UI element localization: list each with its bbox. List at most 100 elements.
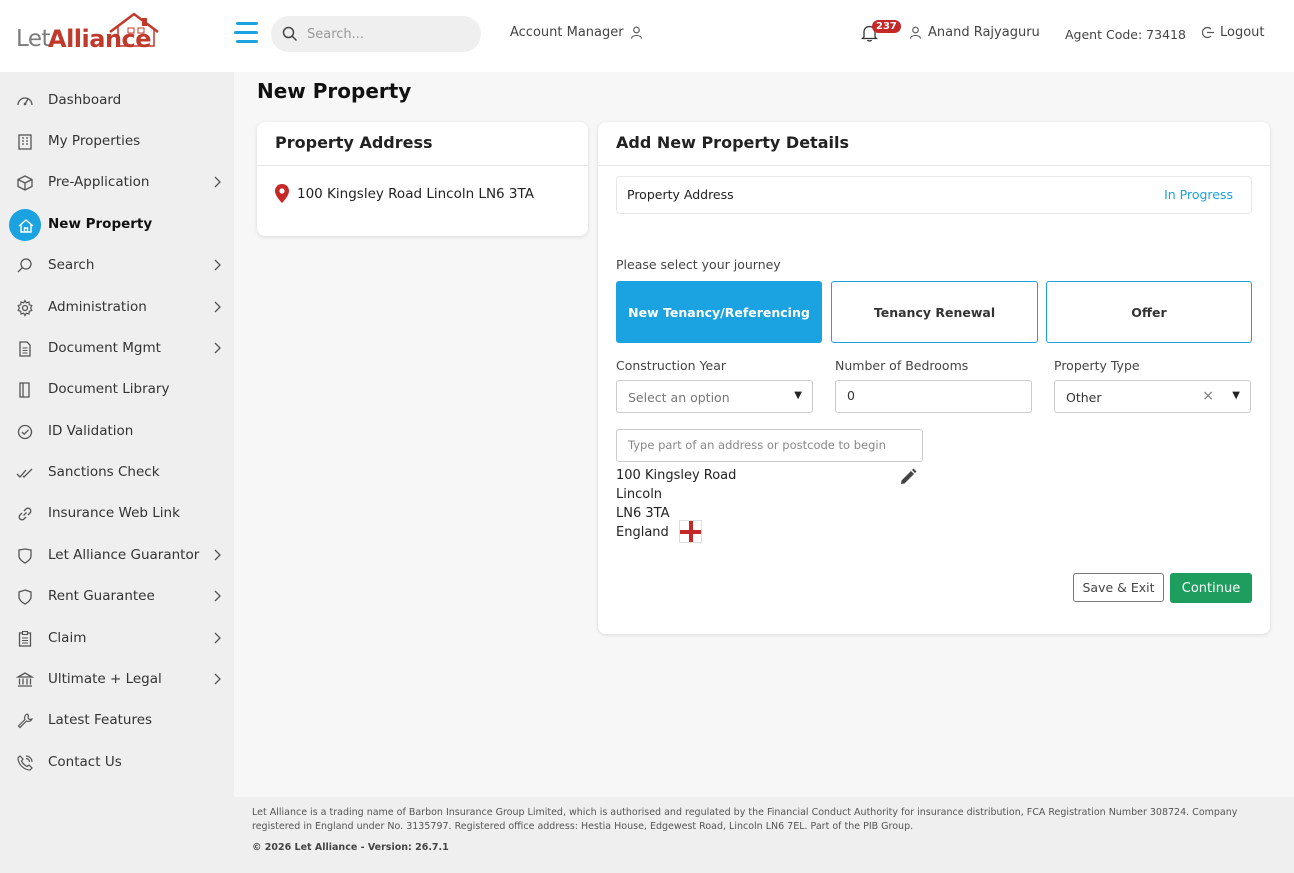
sidebar-item-label: Insurance Web Link (48, 505, 180, 521)
address-search-box (616, 429, 923, 462)
search-icon (282, 26, 298, 42)
address-text: 100 Kingsley Road Lincoln LN6 3TA (297, 185, 534, 202)
home-icon (18, 219, 34, 233)
wrench-icon (17, 713, 33, 729)
sidebar-item-contact-us[interactable]: Contact Us (0, 743, 234, 783)
bedrooms-input-box (835, 380, 1032, 413)
sidebar-item-id-validation[interactable]: ID Validation (0, 412, 234, 452)
property-type-label: Property Type (1054, 358, 1140, 373)
sidebar-item-dashboard[interactable]: Dashboard (0, 81, 234, 121)
sidebar-item-label: Administration (48, 299, 147, 315)
dashboard-icon (17, 97, 33, 106)
sidebar-nav: Dashboard My Properties Pre-Application … (0, 72, 234, 873)
chevron-right-icon (214, 673, 221, 685)
hamburger-menu-icon[interactable] (234, 22, 258, 44)
user-name-label: Anand Rajyaguru (928, 25, 1040, 40)
header-search-box[interactable] (271, 16, 481, 52)
sidebar-item-label: ID Validation (48, 423, 134, 439)
chevron-right-icon (214, 632, 221, 644)
shield-check-icon (18, 548, 32, 564)
sidebar-item-label: Pre-Application (48, 174, 150, 190)
account-manager-label: Account Manager (510, 25, 624, 40)
sidebar-item-insurance-web-link[interactable]: Insurance Web Link (0, 494, 234, 534)
address-search-input[interactable] (628, 438, 918, 452)
chevron-right-icon (214, 301, 221, 313)
chevron-right-icon (214, 342, 221, 354)
sidebar-item-search[interactable]: Search (0, 246, 234, 286)
construction-year-select[interactable]: Select an option ▼ (616, 380, 813, 413)
sidebar-item-my-properties[interactable]: My Properties (0, 122, 234, 162)
journey-label: Please select your journey (616, 257, 781, 272)
add-property-details-card: Add New Property Details Property Addres… (598, 122, 1270, 634)
england-flag-icon (679, 520, 702, 543)
map-pin-icon (275, 184, 289, 203)
journey-tenancy-renewal-button[interactable]: Tenancy Renewal (831, 281, 1038, 343)
sidebar-item-label: Ultimate + Legal (48, 671, 162, 687)
sidebar-item-rent-guarantee[interactable]: Rent Guarantee (0, 577, 234, 617)
user-icon (909, 26, 922, 39)
sidebar-item-label: Latest Features (48, 712, 153, 728)
property-type-value: Other (1066, 390, 1102, 405)
footer-legal-text: Let Alliance is a trading name of Barbon… (252, 807, 1238, 832)
sidebar-item-pre-application[interactable]: Pre-Application (0, 163, 234, 203)
selected-address: 100 Kingsley Road Lincoln LN6 3TA Englan… (616, 466, 736, 542)
search-icon (17, 258, 32, 273)
construction-year-value: Select an option (628, 390, 730, 405)
bank-icon (16, 672, 34, 687)
clipboard-icon (18, 630, 32, 647)
sidebar-item-label: Search (48, 257, 95, 273)
sidebar-item-let-alliance-guarantor[interactable]: Let Alliance Guarantor (0, 536, 234, 576)
journey-new-tenancy-button[interactable]: New Tenancy/Referencing (616, 281, 822, 343)
sidebar-item-sanctions-check[interactable]: Sanctions Check (0, 453, 234, 493)
save-exit-button[interactable]: Save & Exit (1073, 573, 1164, 602)
account-manager-link[interactable]: Account Manager (510, 25, 643, 40)
sidebar-item-document-mgmt[interactable]: Document Mgmt (0, 329, 234, 369)
bedrooms-input[interactable] (847, 388, 1017, 403)
notification-count-badge: 237 (872, 20, 901, 33)
property-address-card: Property Address 100 Kingsley Road Linco… (257, 122, 588, 236)
let-alliance-logo[interactable]: Let Alliance (16, 12, 159, 54)
address-line-4: England (616, 525, 669, 540)
logout-label: Logout (1220, 25, 1265, 40)
clear-icon[interactable]: × (1202, 388, 1214, 404)
journey-offer-button[interactable]: Offer (1046, 281, 1252, 343)
property-type-select[interactable]: Other × ▼ (1054, 380, 1251, 413)
sidebar-item-label: Contact Us (48, 754, 122, 770)
footer-copyright: © 2026 Let Alliance - Version: 26.7.1 (252, 842, 449, 853)
sidebar-item-label: Claim (48, 630, 87, 646)
user-icon (630, 26, 642, 39)
top-header: Let Alliance Account Manager 237 (0, 0, 1294, 72)
building-icon (18, 134, 32, 150)
construction-year-label: Construction Year (616, 358, 727, 373)
sidebar-item-label: Dashboard (48, 92, 122, 108)
logout-button[interactable]: Logout (1202, 25, 1265, 40)
pencil-edit-icon[interactable] (898, 467, 918, 487)
phone-icon (17, 755, 33, 771)
card-title: Add New Property Details (598, 122, 1270, 166)
sidebar-item-label: Document Library (48, 381, 170, 397)
footer: Let Alliance is a trading name of Barbon… (234, 797, 1294, 873)
chevron-right-icon (214, 590, 221, 602)
continue-button[interactable]: Continue (1170, 573, 1252, 603)
sidebar-item-document-library[interactable]: Document Library (0, 370, 234, 410)
link-icon (18, 507, 32, 521)
sidebar-item-label: Let Alliance Guarantor (48, 547, 200, 563)
page-title: New Property (257, 79, 412, 103)
card-title: Property Address (257, 122, 588, 166)
sidebar-item-new-property[interactable]: New Property (0, 205, 234, 245)
caret-down-icon: ▼ (794, 390, 802, 401)
user-profile-link[interactable]: Anand Rajyaguru (909, 25, 1040, 40)
address-line-2: Lincoln (616, 487, 663, 502)
sidebar-item-ultimate-legal[interactable]: Ultimate + Legal (0, 660, 234, 700)
logo-house-icon (109, 12, 159, 47)
box-icon (17, 175, 33, 191)
sidebar-item-label: Rent Guarantee (48, 588, 155, 604)
check-circle-icon (17, 424, 33, 440)
double-check-icon (16, 468, 33, 478)
search-input[interactable] (307, 24, 467, 44)
sidebar-item-claim[interactable]: Claim (0, 619, 234, 659)
agent-code: Agent Code: 73418 (1065, 27, 1186, 42)
sidebar-item-administration[interactable]: Administration (0, 288, 234, 328)
sidebar-item-latest-features[interactable]: Latest Features (0, 701, 234, 741)
address-line-1: 100 Kingsley Road (616, 468, 737, 483)
